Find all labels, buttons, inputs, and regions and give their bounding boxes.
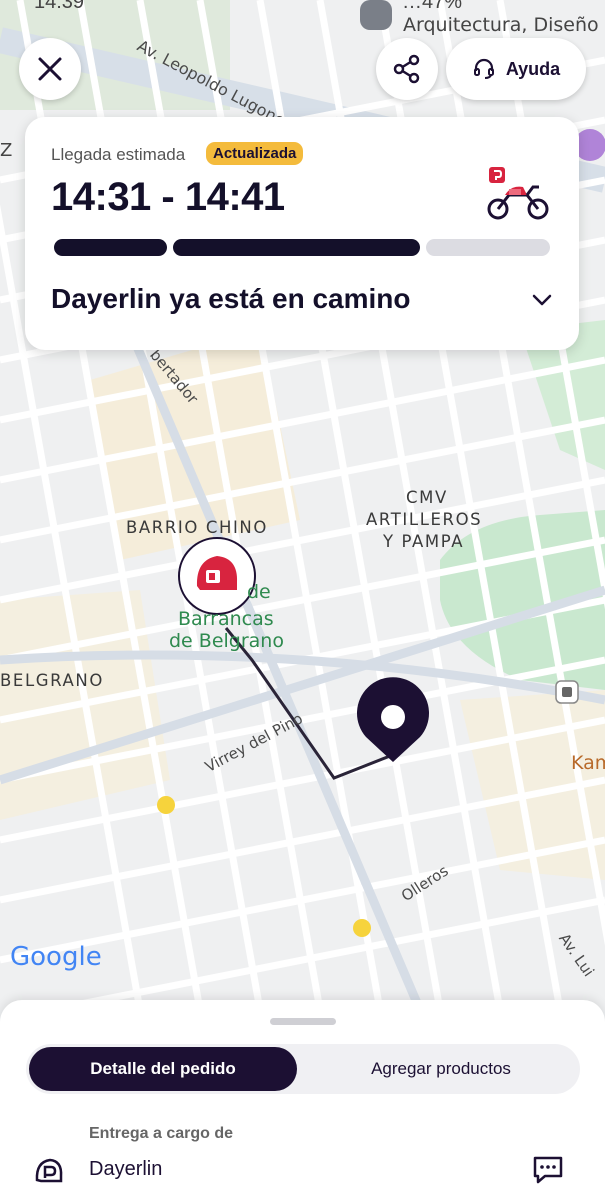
status-badge: Actualizada <box>206 142 304 165</box>
headset-icon <box>473 58 494 79</box>
progress-segment <box>173 239 420 256</box>
bottom-sheet[interactable]: Detalle del pedido Agregar productos Ent… <box>0 1000 605 1200</box>
help-button[interactable]: Ayuda <box>446 38 586 100</box>
map-label-barrio-chino: BARRIO CHINO <box>126 518 268 537</box>
chat-icon[interactable] <box>531 1153 565 1187</box>
status-bar: 14:39 …47% <box>0 0 605 14</box>
share-icon <box>393 54 420 84</box>
tab-add-products[interactable]: Agregar productos <box>306 1047 576 1091</box>
map-label-cmv-1: CMV <box>406 488 448 507</box>
map-label-belgrano: BELGRANO <box>0 671 104 690</box>
map-label-barrancas-prefix: de <box>247 581 271 603</box>
close-icon <box>38 57 62 81</box>
progress-segment <box>54 239 167 256</box>
map-label-cmv-2: ARTILLEROS <box>366 510 483 529</box>
map-label-arquitectura: Arquitectura, Diseño <box>403 14 599 36</box>
map-label-barrancas-1: Barrancas <box>178 608 274 630</box>
tab-order-detail[interactable]: Detalle del pedido <box>29 1047 297 1091</box>
map-label-z: Z <box>0 140 13 161</box>
map-label-barrancas-2: de Belgrano <box>169 630 284 652</box>
delivery-status-text: Dayerlin ya está en camino <box>51 283 411 314</box>
eta-time-range: 14:31 - 14:41 <box>51 175 285 219</box>
motorcycle-icon <box>487 167 549 220</box>
eta-label: Llegada estimada <box>51 145 186 164</box>
order-tabs: Detalle del pedido Agregar productos <box>26 1044 580 1094</box>
share-button[interactable] <box>376 38 438 100</box>
map-label-kam: Kam <box>571 752 605 774</box>
courier-marker <box>178 537 256 615</box>
map-label-cmv-3: Y PAMPA <box>383 532 465 551</box>
progress-segment <box>426 239 550 256</box>
google-logo: Google <box>10 942 102 972</box>
delivery-caption: Entrega a cargo de <box>89 1125 234 1142</box>
eta-progress-bar <box>54 239 550 256</box>
chevron-down-icon[interactable] <box>529 287 555 313</box>
eta-card[interactable]: Llegada estimada Actualizada 14:31 - 14:… <box>25 117 579 350</box>
courier-brand-icon <box>35 1158 63 1183</box>
close-button[interactable] <box>19 38 81 100</box>
status-time: 14:39 <box>34 0 85 13</box>
courier-name: Dayerlin <box>89 1158 163 1180</box>
status-battery: …47% <box>402 0 463 13</box>
sheet-drag-handle[interactable] <box>270 1018 336 1025</box>
help-label: Ayuda <box>505 58 561 79</box>
